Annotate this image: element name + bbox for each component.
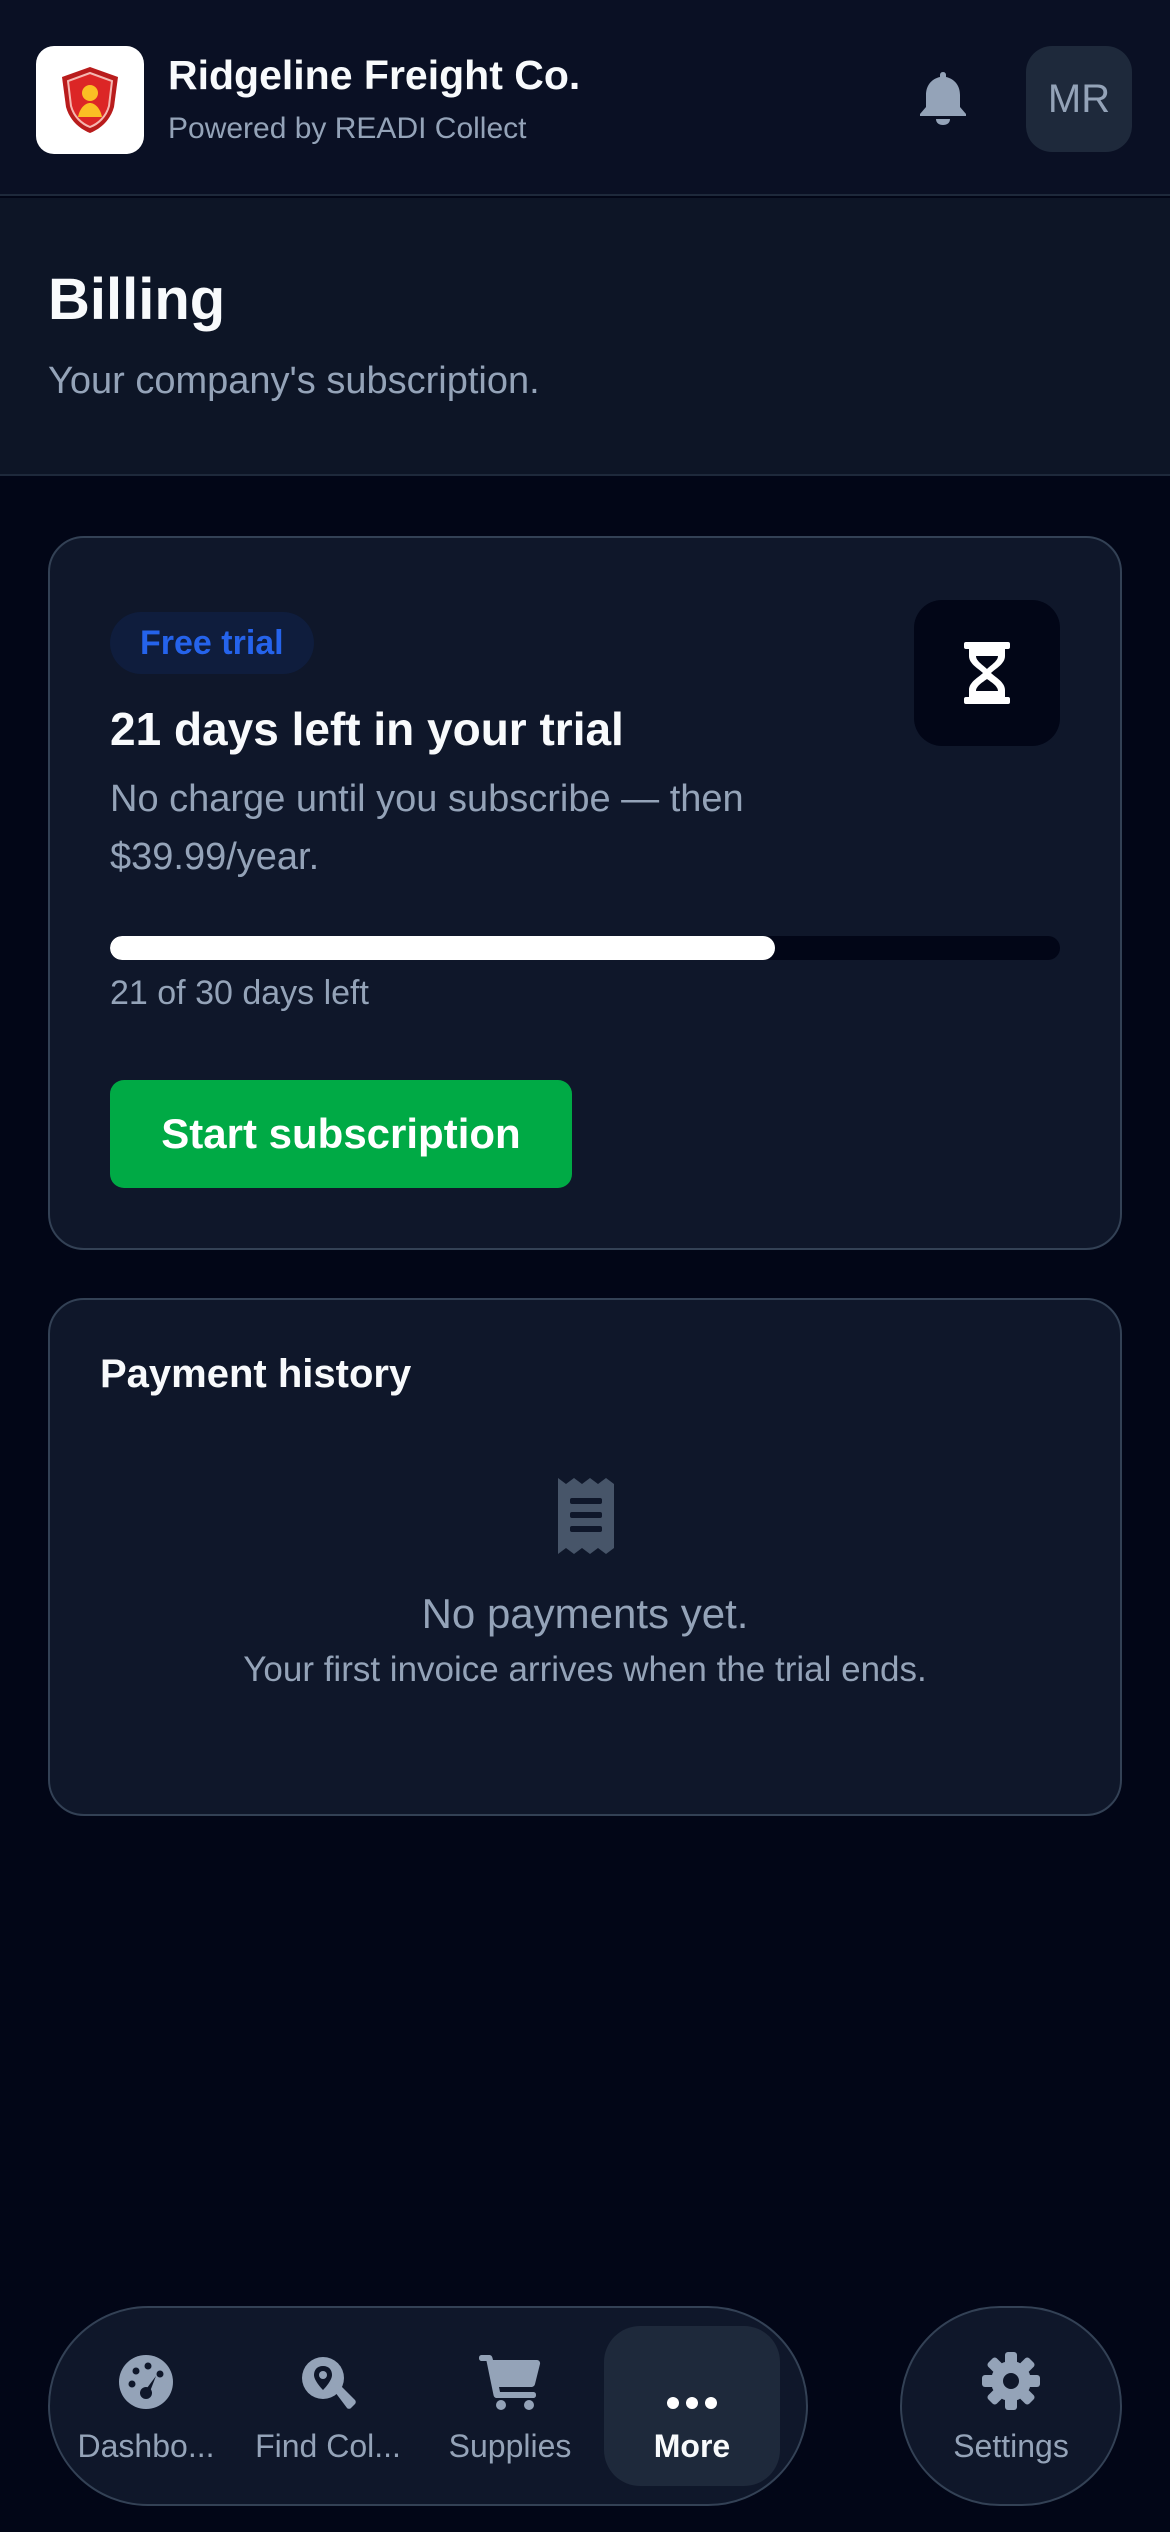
trial-progress-label: 21 of 30 days left [110,974,369,1012]
bell-icon [920,72,966,125]
notifications-button[interactable] [912,62,974,134]
billing-screen: Ridgeline Freight Co. Powered by READI C… [0,0,1170,2532]
more-dots-icon [667,2397,717,2409]
page-title: Billing [48,267,226,332]
hourglass-icon [964,642,1010,704]
nav-item-settings[interactable]: Settings [900,2306,1122,2506]
page-header: Billing Your company's subscription. [0,198,1170,476]
company-logo [36,46,144,154]
nav-label-settings: Settings [953,2428,1069,2464]
nav-item-find-collector[interactable]: Find Col... [240,2326,416,2486]
app-header: Ridgeline Freight Co. Powered by READI C… [0,0,1170,196]
nav-label-dashboard: Dashbo... [77,2428,215,2464]
start-subscription-button[interactable]: Start subscription [110,1080,572,1188]
free-trial-badge: Free trial [110,612,314,674]
payment-history-card: Payment history No payments yet. Your fi… [48,1298,1122,1816]
cart-icon [479,2355,541,2410]
empty-state-subtitle: Your first invoice arrives when the tria… [243,1650,927,1689]
nav-label-find-collector: Find Col... [255,2428,401,2464]
trial-headline: 21 days left in your trial [110,703,624,755]
powered-by-text: Powered by READI Collect [168,112,527,145]
receipt-icon [558,1478,614,1554]
trial-card: Free trial 21 days left in your trial No… [48,536,1122,1250]
company-name: Ridgeline Freight Co. [168,52,581,98]
nav-label-more: More [653,2428,731,2464]
trial-progress-fill [110,936,775,960]
nav-item-supplies[interactable]: Supplies [422,2326,598,2486]
map-pin-search-icon [302,2357,356,2409]
trial-progress-bar [110,936,1060,960]
nav-label-supplies: Supplies [448,2428,572,2464]
page-subtitle: Your company's subscription. [48,360,540,402]
gauge-icon [119,2355,173,2409]
shield-logo-icon [62,67,118,133]
bottom-nav: Dashbo... Find Col... Supplies More [48,2306,808,2506]
nav-item-dashboard[interactable]: Dashbo... [58,2326,234,2486]
nav-item-more[interactable]: More [604,2326,780,2486]
trial-description: No charge until you subscribe — then $39… [110,778,744,878]
hourglass-tile [914,600,1060,746]
gear-icon [982,2352,1040,2410]
user-avatar[interactable]: MR [1026,46,1132,152]
empty-state-title: No payments yet. [421,1590,749,1637]
payment-history-title: Payment history [100,1352,412,1396]
